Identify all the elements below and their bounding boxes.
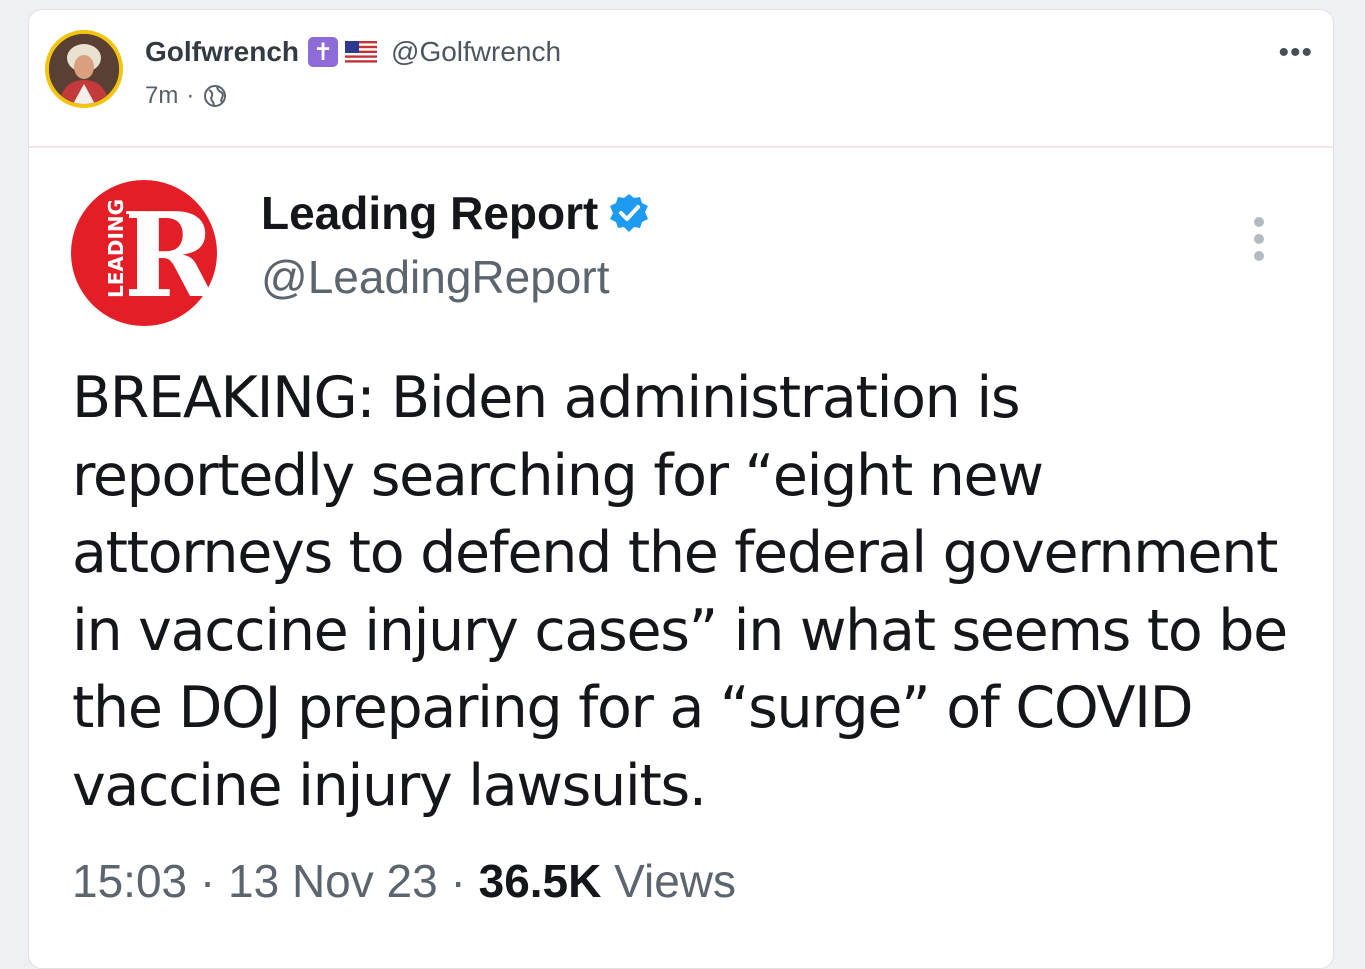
more-horizontal-icon[interactable]: ••• <box>1278 36 1313 70</box>
post-meta: 7m · <box>145 82 228 110</box>
meta-separator: · <box>186 82 195 109</box>
avatar-photo <box>49 34 119 104</box>
cross-icon: ✝ <box>308 37 339 67</box>
tweet-time: 15:03 <box>72 855 188 907</box>
post-header: Golfwrench ✝ @Golfwrench 7m · ••• <box>29 10 1333 146</box>
embedded-account-name: Leading Report <box>261 187 599 239</box>
meta-separator: · <box>187 855 229 907</box>
embedded-author-line: Leading Report <box>261 186 650 240</box>
author-handle[interactable]: @Golfwrench <box>391 36 561 68</box>
embedded-tweet-meta: 15:03 · 13 Nov 23 · 36.5K Views <box>72 854 736 908</box>
tweet-date: 13 Nov 23 <box>228 855 438 907</box>
author-line: Golfwrench ✝ @Golfwrench <box>145 32 561 72</box>
embedded-tweet-image[interactable]: R LEADING Leading Report @LeadingReport … <box>29 148 1333 968</box>
views-label: Views <box>614 855 737 907</box>
post-time-ago[interactable]: 7m <box>145 82 178 110</box>
globe-icon <box>204 85 227 107</box>
post-card: Golfwrench ✝ @Golfwrench 7m · ••• R LEAD… <box>28 9 1334 969</box>
avatar[interactable] <box>45 30 123 108</box>
more-vertical-icon <box>1254 217 1264 261</box>
logo-letter: R <box>121 188 217 324</box>
meta-separator: · <box>437 855 479 907</box>
us-flag-icon <box>345 41 378 63</box>
views-count: 36.5K <box>478 855 602 907</box>
verified-badge-icon <box>610 194 649 232</box>
leading-report-logo: R LEADING <box>71 180 217 326</box>
embedded-tweet-text: BREAKING: Biden administration is report… <box>72 365 1288 819</box>
author-display-name[interactable]: Golfwrench <box>145 36 299 68</box>
logo-text: LEADING <box>104 199 128 298</box>
embedded-handle: @LeadingReport <box>261 251 610 303</box>
